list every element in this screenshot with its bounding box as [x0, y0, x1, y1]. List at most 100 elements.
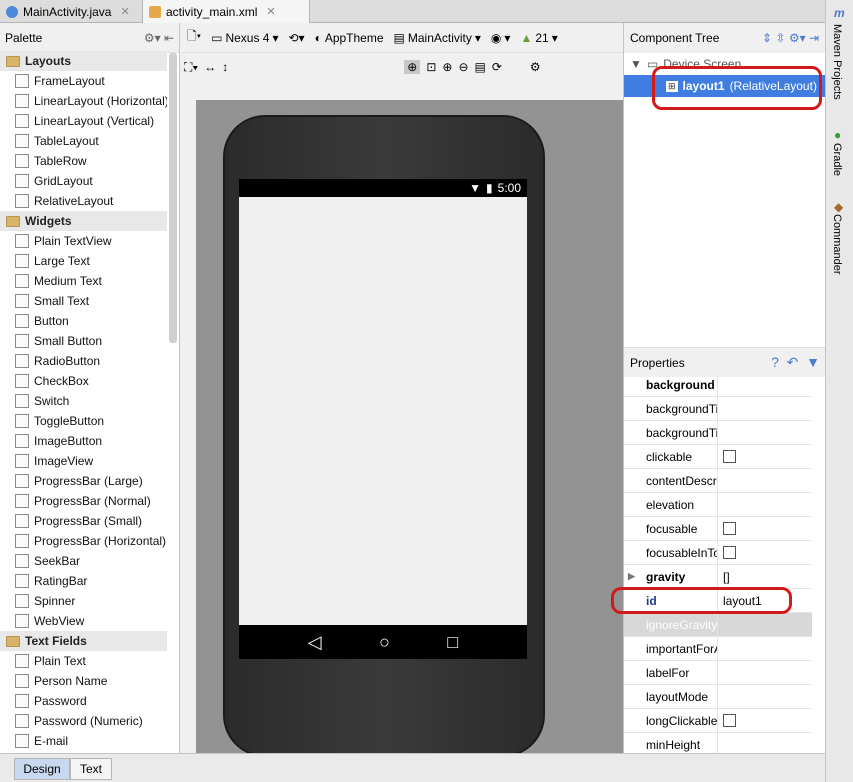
device-selector[interactable]: ▭ Nexus 4 ▾	[211, 31, 278, 45]
property-row[interactable]: clickable	[624, 444, 812, 469]
palette-item[interactable]: Medium Text	[0, 271, 167, 291]
palette-item[interactable]: LinearLayout (Horizontal)	[0, 91, 167, 111]
checkbox[interactable]	[723, 450, 736, 463]
zoom-out-icon[interactable]: ⊖	[458, 60, 468, 74]
close-tab-icon[interactable]: ✕	[120, 5, 129, 18]
palette-item[interactable]: Small Text	[0, 291, 167, 311]
tab-text[interactable]: Text	[70, 758, 112, 780]
palette-item[interactable]: Password	[0, 691, 167, 711]
actual-size-icon[interactable]: ⊡	[426, 60, 436, 74]
collapse-arrow-icon[interactable]: ▼	[630, 57, 642, 71]
property-row[interactable]: backgroundTintMode	[624, 420, 812, 445]
api-level-selector[interactable]: ▲ 21 ▾	[520, 31, 557, 45]
palette-item[interactable]: Plain Text	[0, 651, 167, 671]
property-row[interactable]: backgroundTint	[624, 396, 812, 421]
activity-selector[interactable]: ▤ MainActivity ▾	[394, 31, 481, 45]
property-value[interactable]	[718, 661, 812, 685]
property-row[interactable]: focusable	[624, 516, 812, 541]
property-row[interactable]: focusableInTouchMode	[624, 540, 812, 565]
design-canvas[interactable]: ▼ ▮ 5:00 ◁ ○ □	[196, 100, 623, 757]
property-row[interactable]: background	[624, 372, 812, 397]
property-value[interactable]	[718, 373, 812, 397]
palette-item[interactable]: RadioButton	[0, 351, 167, 371]
palette-item[interactable]: Person Name	[0, 671, 167, 691]
palette-category-text-fields[interactable]: Text Fields	[0, 631, 167, 651]
properties-tools-icon[interactable]: ? ↶ ▼	[771, 354, 820, 371]
palette-item[interactable]: E-mail	[0, 731, 167, 751]
property-value[interactable]	[718, 421, 812, 445]
fit-height-icon[interactable]: ↕	[222, 60, 228, 74]
preview-icon[interactable]: ▤	[475, 60, 486, 74]
palette-item[interactable]: CheckBox	[0, 371, 167, 391]
expand-icon[interactable]: ⛶▾	[184, 60, 198, 75]
palette-item[interactable]: ProgressBar (Normal)	[0, 491, 167, 511]
maven-projects-tool[interactable]: Maven Projects	[831, 24, 843, 100]
checkbox[interactable]	[723, 522, 736, 535]
palette-item[interactable]: WebView	[0, 611, 167, 631]
property-row[interactable]: contentDescription	[624, 468, 812, 493]
palette-item[interactable]: TableRow	[0, 151, 167, 171]
zoom-in-icon[interactable]: ⊕	[442, 60, 452, 74]
property-value[interactable]	[718, 397, 812, 421]
palette-item[interactable]: RatingBar	[0, 571, 167, 591]
property-row[interactable]: layoutMode	[624, 684, 812, 709]
palette-item[interactable]: Small Button	[0, 331, 167, 351]
tab-activity-main-xml[interactable]: activity_main.xml ✕	[143, 0, 310, 23]
palette-item[interactable]: ImageButton	[0, 431, 167, 451]
property-value[interactable]	[718, 685, 812, 709]
property-value[interactable]	[718, 709, 812, 733]
property-value[interactable]	[718, 445, 812, 469]
palette-item[interactable]: RelativeLayout	[0, 191, 167, 211]
palette-item[interactable]: ImageView	[0, 451, 167, 471]
checkbox[interactable]	[723, 546, 736, 559]
palette-item[interactable]: FrameLayout	[0, 71, 167, 91]
palette-item[interactable]: GridLayout	[0, 171, 167, 191]
property-value[interactable]	[718, 469, 812, 493]
palette-settings-icon[interactable]: ⚙▾ ⇤	[144, 31, 174, 45]
property-value[interactable]	[718, 493, 812, 517]
palette-item[interactable]: Button	[0, 311, 167, 331]
property-value[interactable]	[718, 637, 812, 661]
palette-item[interactable]: ProgressBar (Large)	[0, 471, 167, 491]
zoom-to-fit-icon[interactable]: ⊕	[404, 60, 421, 74]
palette-category-widgets[interactable]: Widgets	[0, 211, 167, 231]
palette-item[interactable]: SeekBar	[0, 551, 167, 571]
property-row[interactable]: elevation	[624, 492, 812, 517]
tab-design[interactable]: Design	[14, 758, 70, 780]
property-row[interactable]: ignoreGravity	[624, 612, 812, 637]
property-value[interactable]	[718, 541, 812, 565]
palette-item[interactable]: ProgressBar (Horizontal)	[0, 531, 167, 551]
palette-item[interactable]: Large Text	[0, 251, 167, 271]
property-value[interactable]: []	[718, 565, 812, 589]
property-value[interactable]	[718, 613, 812, 637]
palette-item[interactable]: Plain TextView	[0, 231, 167, 251]
device-screen-layout[interactable]	[239, 197, 527, 625]
palette-category-layouts[interactable]: Layouts	[0, 51, 167, 71]
close-tab-icon[interactable]: ✕	[266, 5, 275, 18]
editor-settings-icon[interactable]: ⚙	[530, 60, 541, 74]
layout-file-menu[interactable]: 🗋▾	[187, 27, 201, 48]
palette-item[interactable]: Password (Numeric)	[0, 711, 167, 731]
expand-arrow-icon[interactable]: ▶	[628, 571, 635, 582]
theme-selector[interactable]: ◐ AppTheme	[315, 31, 384, 45]
locale-selector[interactable]: ◉ ▾	[491, 31, 511, 45]
palette-item[interactable]: Spinner	[0, 591, 167, 611]
property-row[interactable]: ▶ gravity []	[624, 564, 812, 589]
property-row[interactable]: importantForAccessibility	[624, 636, 812, 661]
fit-width-icon[interactable]: ↔	[204, 60, 216, 74]
palette-item[interactable]: Switch	[0, 391, 167, 411]
checkbox[interactable]	[723, 714, 736, 727]
orientation-selector[interactable]: ⟲▾	[289, 31, 305, 45]
commander-tool[interactable]: Commander	[831, 214, 843, 275]
gradle-tool[interactable]: Gradle	[831, 143, 843, 176]
property-value[interactable]	[718, 517, 812, 541]
palette-item[interactable]: LinearLayout (Vertical)	[0, 111, 167, 131]
refresh-icon[interactable]: ⟳	[492, 60, 502, 74]
palette-item[interactable]: ProgressBar (Small)	[0, 511, 167, 531]
tree-controls-icon[interactable]: ⇕ ⇳ ⚙▾ ⇥	[762, 31, 819, 45]
property-row[interactable]: labelFor	[624, 660, 812, 685]
tab-mainactivity-java[interactable]: MainActivity.java ✕	[0, 0, 143, 23]
palette-scrollbar[interactable]	[169, 53, 177, 343]
palette-item[interactable]: TableLayout	[0, 131, 167, 151]
palette-item[interactable]: ToggleButton	[0, 411, 167, 431]
